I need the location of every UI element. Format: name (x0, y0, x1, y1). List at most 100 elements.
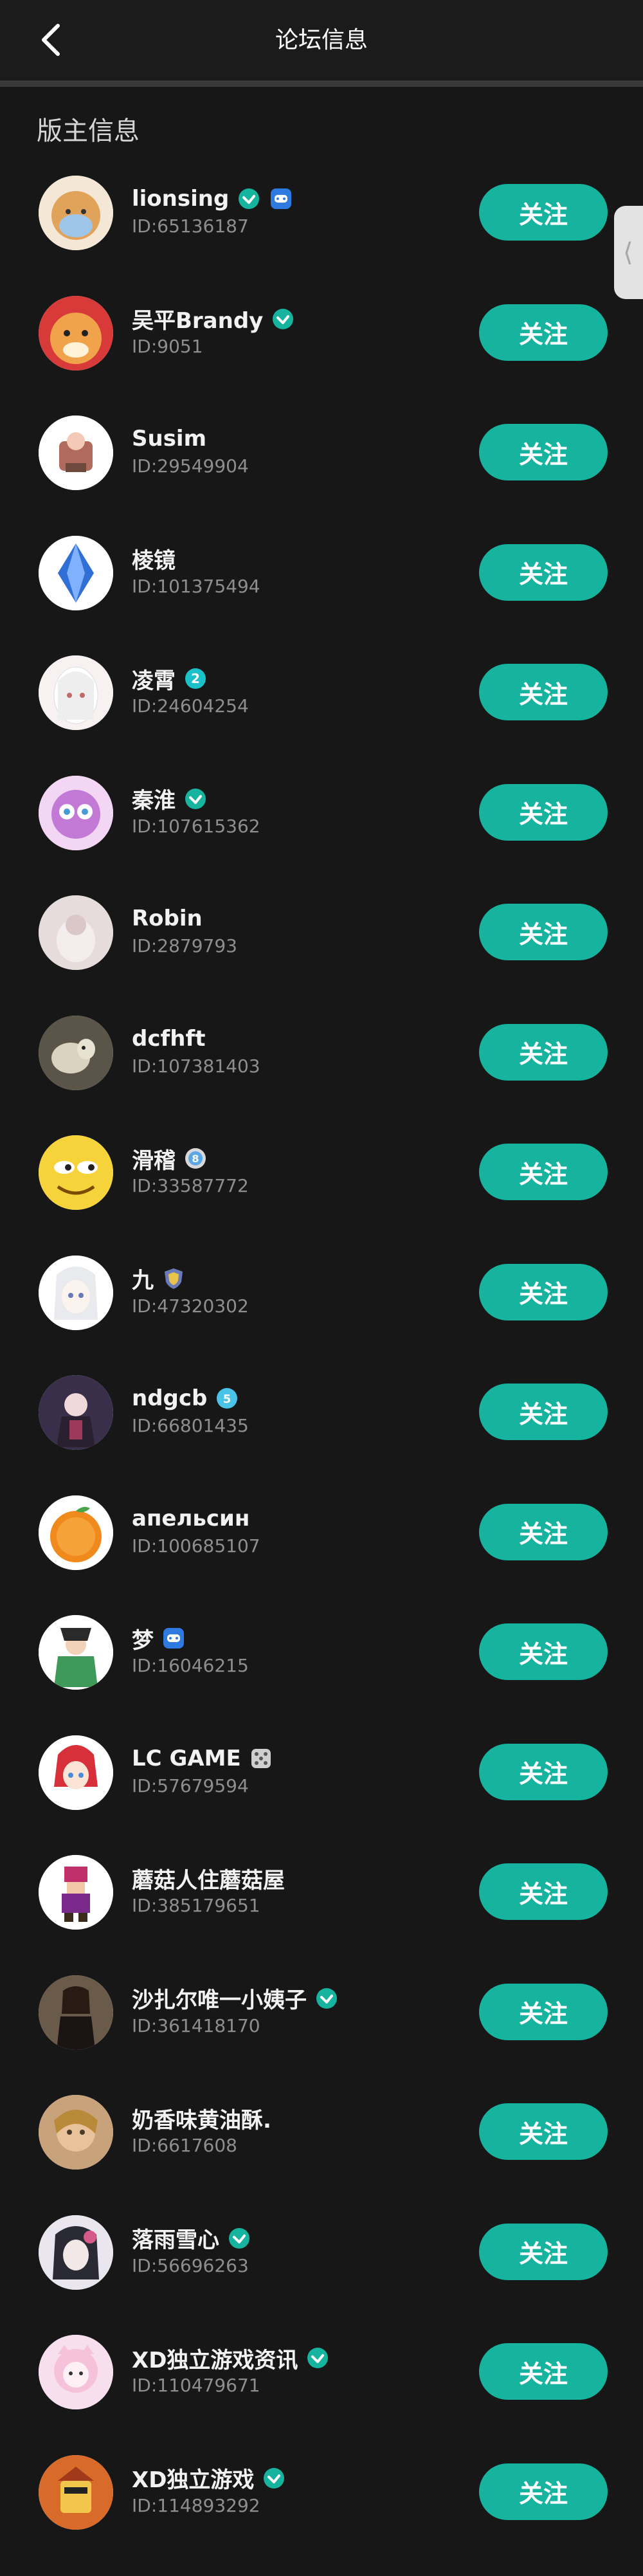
moderator-row[interactable]: 吴平Brandy ID:9051 关注 (0, 295, 643, 416)
follow-button[interactable]: 关注 (479, 1983, 608, 2040)
follow-button[interactable]: 关注 (479, 184, 608, 241)
avatar[interactable] (39, 1255, 113, 1330)
verified-icon (262, 2466, 286, 2490)
user-name-line: dcfhft (132, 1023, 206, 1055)
avatar-image (39, 1135, 113, 1210)
follow-button[interactable]: 关注 (479, 1503, 608, 1560)
moderator-row[interactable]: XD独立游戏 ID:114893292 关注 (0, 2454, 643, 2575)
avatar[interactable] (39, 295, 113, 370)
user-id: ID:57679594 (132, 1775, 249, 1796)
user-name[interactable]: 九 (132, 1263, 154, 1294)
user-name[interactable]: 秦淮 (132, 783, 176, 814)
follow-button[interactable]: 关注 (479, 904, 608, 960)
moderator-row[interactable]: 秦淮 ID:107615362 关注 (0, 775, 643, 896)
svg-text:2: 2 (191, 671, 200, 686)
follow-button[interactable]: 关注 (479, 544, 608, 601)
user-name[interactable]: 棱镜 (132, 543, 176, 574)
avatar[interactable] (39, 2454, 113, 2530)
moderator-row[interactable]: 奶香味黄油酥. ID:6617608 关注 (0, 2095, 643, 2215)
moderator-row[interactable]: LC GAME ID:57679594 关注 (0, 1735, 643, 1856)
side-drawer-handle[interactable]: ⟨ (614, 206, 643, 299)
user-name[interactable]: 奶香味黄油酥. (132, 2103, 271, 2134)
moderator-row[interactable]: Susim ID:29549904 关注 (0, 416, 643, 536)
user-name-line: Susim (132, 423, 206, 455)
user-name[interactable]: LC GAME (132, 1746, 241, 1771)
user-name[interactable]: Robin (132, 906, 203, 931)
avatar[interactable] (39, 535, 113, 610)
moderator-row[interactable]: 落雨雪心 ID:56696263 关注 (0, 2215, 643, 2335)
level-8-badge-icon: 8 (183, 1146, 208, 1171)
moderator-row[interactable]: 滑稽 8 ID:33587772 关注 (0, 1135, 643, 1256)
avatar-image (39, 1495, 113, 1570)
user-name[interactable]: 凌霄 (132, 663, 176, 695)
avatar[interactable] (39, 416, 113, 490)
avatar[interactable] (39, 655, 113, 730)
moderator-row[interactable]: 棱镜 ID:101375494 关注 (0, 535, 643, 656)
svg-text:5: 5 (223, 1393, 231, 1406)
user-name[interactable]: dcfhft (132, 1026, 206, 1052)
follow-button[interactable]: 关注 (479, 2463, 608, 2520)
user-name-line: 棱镜 (132, 543, 176, 575)
user-name[interactable]: lionsing (132, 186, 229, 212)
avatar[interactable] (39, 775, 113, 850)
user-name[interactable]: 吴平Brandy (132, 303, 263, 334)
user-name-line: 滑稽 8 (132, 1142, 208, 1174)
avatar[interactable] (39, 1135, 113, 1210)
moderator-row[interactable]: XD独立游戏资讯 ID:110479671 关注 (0, 2335, 643, 2455)
dice-badge-icon (249, 1746, 273, 1771)
avatar[interactable] (39, 1855, 113, 1930)
user-name[interactable]: Susim (132, 426, 206, 452)
avatar[interactable] (39, 2215, 113, 2290)
avatar-image (39, 535, 113, 610)
moderator-row[interactable]: lionsing ID:65136187 关注 (0, 176, 643, 296)
user-name[interactable]: ndgcb (132, 1385, 207, 1411)
avatar[interactable] (39, 1975, 113, 2050)
moderator-row[interactable]: 凌霄 2 ID:24604254 关注 (0, 655, 643, 776)
avatar-image (39, 1855, 113, 1930)
follow-button[interactable]: 关注 (479, 424, 608, 480)
moderator-row[interactable]: 沙扎尔唯一小姨子 ID:361418170 关注 (0, 1975, 643, 2096)
avatar[interactable] (39, 1495, 113, 1570)
moderator-list: lionsing ID:65136187 关注 吴平Brandy ID:9051 关注 Su… (0, 176, 643, 2575)
user-name[interactable]: XD独立游戏 (132, 2462, 254, 2494)
user-name[interactable]: XD独立游戏资讯 (132, 2343, 298, 2374)
follow-button[interactable]: 关注 (479, 1623, 608, 1680)
avatar-image (39, 2215, 113, 2290)
follow-button[interactable]: 关注 (479, 1023, 608, 1081)
user-name[interactable]: 落雨雪心 (132, 2222, 219, 2254)
avatar[interactable] (39, 1735, 113, 1810)
moderator-row[interactable]: dcfhft ID:107381403 关注 (0, 1015, 643, 1136)
verified-icon (237, 187, 261, 211)
follow-button[interactable]: 关注 (479, 2223, 608, 2280)
follow-button[interactable]: 关注 (479, 304, 608, 361)
moderator-row[interactable]: апельсин ID:100685107 关注 (0, 1495, 643, 1616)
follow-button[interactable]: 关注 (479, 664, 608, 720)
user-name[interactable]: апельсин (132, 1506, 249, 1531)
avatar-image (39, 655, 113, 730)
user-name[interactable]: 沙扎尔唯一小姨子 (132, 1982, 307, 2014)
follow-button[interactable]: 关注 (479, 1743, 608, 1800)
moderator-row[interactable]: ndgcb 5 ID:66801435 关注 (0, 1375, 643, 1495)
follow-button[interactable]: 关注 (479, 1863, 608, 1920)
user-name[interactable]: 滑稽 (132, 1143, 176, 1174)
follow-button[interactable]: 关注 (479, 1263, 608, 1320)
follow-button[interactable]: 关注 (479, 2103, 608, 2160)
avatar[interactable] (39, 1615, 113, 1690)
follow-button[interactable]: 关注 (479, 1384, 608, 1440)
user-id: ID:47320302 (132, 1295, 249, 1317)
moderator-row[interactable]: 梦 ID:16046215 关注 (0, 1615, 643, 1735)
avatar[interactable] (39, 2335, 113, 2409)
avatar[interactable] (39, 1015, 113, 1090)
avatar[interactable] (39, 895, 113, 970)
user-name[interactable]: 蘑菇人住蘑菇屋 (132, 1863, 285, 1894)
follow-button[interactable]: 关注 (479, 1144, 608, 1200)
avatar[interactable] (39, 176, 113, 250)
moderator-row[interactable]: Robin ID:2879793 关注 (0, 895, 643, 1016)
avatar[interactable] (39, 2095, 113, 2170)
user-name[interactable]: 梦 (132, 1623, 154, 1654)
moderator-row[interactable]: 九 ID:47320302 关注 (0, 1255, 643, 1376)
avatar[interactable] (39, 1375, 113, 1450)
follow-button[interactable]: 关注 (479, 783, 608, 841)
moderator-row[interactable]: 蘑菇人住蘑菇屋 ID:385179651 关注 (0, 1855, 643, 1975)
follow-button[interactable]: 关注 (479, 2343, 608, 2400)
